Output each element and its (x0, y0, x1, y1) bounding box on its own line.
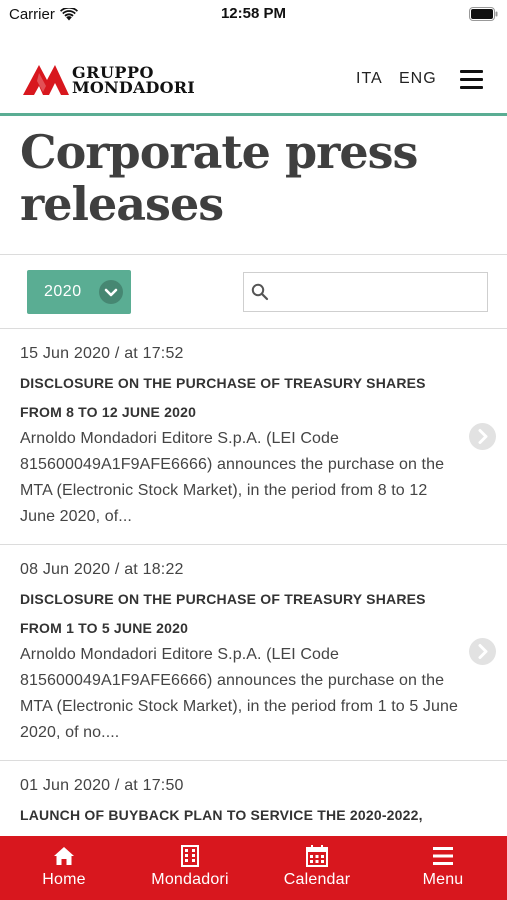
calendar-icon (306, 845, 328, 867)
carrier-label: Carrier (9, 6, 55, 23)
tab-calendar[interactable]: Calendar (278, 836, 356, 900)
tab-home[interactable]: Home (38, 836, 90, 900)
press-release-summary: Arnoldo Mondadori Editore S.p.A. (LEI Co… (20, 646, 458, 741)
logo-wordmark: GRUPPO MONDADORI (72, 65, 195, 97)
mondadori-logo-icon (23, 65, 69, 95)
menu-icon (433, 847, 453, 865)
press-release-date: 01 Jun 2020 / at 17:50 (20, 777, 184, 794)
press-release-summary: Arnoldo Mondadori Editore S.p.A. (LEI Co… (20, 430, 445, 525)
year-select[interactable]: 2020 (27, 270, 131, 314)
tab-calendar-label: Calendar (283, 871, 351, 888)
status-bar: Carrier 12:58 PM (0, 0, 507, 30)
search-input[interactable] (276, 279, 481, 305)
tab-menu-label: Menu (422, 871, 464, 888)
press-release-date: 15 Jun 2020 / at 17:52 (20, 345, 184, 362)
chevron-right-icon[interactable] (469, 423, 496, 450)
search-field[interactable] (243, 272, 488, 312)
chevron-down-icon (99, 280, 123, 304)
tab-bar: Home Mondadori Calendar Menu (0, 836, 507, 900)
tab-mondadori[interactable]: Mondadori (143, 836, 237, 900)
mondadori-logo[interactable]: GRUPPO MONDADORI (22, 64, 195, 96)
building-icon (181, 845, 199, 867)
home-icon (54, 847, 74, 865)
press-release-item[interactable]: 01 Jun 2020 / at 17:50 LAUNCH OF BUYBACK… (0, 761, 507, 836)
carrier-info: Carrier (9, 6, 78, 23)
wifi-icon (59, 8, 78, 21)
tab-mondadori-label: Mondadori (151, 871, 229, 888)
app-header: GRUPPO MONDADORI ITA ENG (0, 30, 507, 114)
logo-line-2: MONDADORI (72, 78, 195, 97)
year-select-value: 2020 (44, 283, 82, 300)
search-icon (251, 283, 269, 301)
press-release-title: DISCLOSURE ON THE PURCHASE OF TREASURY S… (20, 375, 426, 420)
hamburger-menu-icon[interactable] (460, 70, 483, 89)
tab-menu[interactable]: Menu (417, 836, 469, 900)
press-release-date: 08 Jun 2020 / at 18:22 (20, 561, 184, 578)
language-ita-link[interactable]: ITA (356, 70, 383, 88)
press-release-title: LAUNCH OF BUYBACK PLAN TO SERVICE THE 20… (20, 807, 423, 823)
tab-home-label: Home (42, 871, 86, 888)
battery-icon (469, 7, 498, 21)
header-accent-line (0, 113, 507, 116)
chevron-right-icon[interactable] (469, 638, 496, 665)
press-release-title: DISCLOSURE ON THE PURCHASE OF TREASURY S… (20, 591, 426, 636)
press-release-item[interactable]: 15 Jun 2020 / at 17:52 DISCLOSURE ON THE… (0, 329, 507, 544)
divider (0, 254, 507, 255)
press-release-item[interactable]: 08 Jun 2020 / at 18:22 DISCLOSURE ON THE… (0, 545, 507, 760)
language-eng-link[interactable]: ENG (399, 70, 437, 88)
page-title: Corporate press releases (20, 125, 418, 231)
